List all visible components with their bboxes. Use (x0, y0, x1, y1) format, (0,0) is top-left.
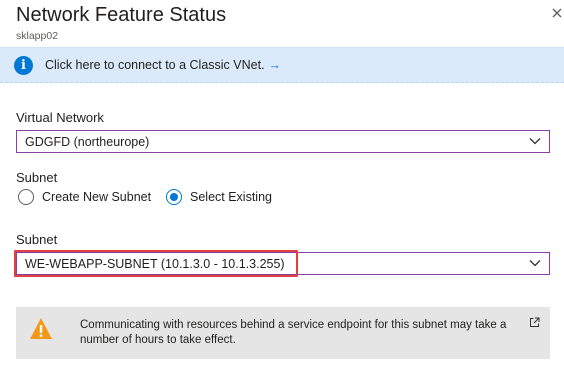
select-existing-label: Select Existing (190, 190, 272, 204)
external-link-icon[interactable] (529, 317, 540, 328)
subnet-label: Subnet (16, 232, 58, 247)
create-new-subnet-label: Create New Subnet (42, 190, 152, 204)
chevron-down-icon (529, 260, 541, 267)
service-endpoint-warning: Communicating with resources behind a se… (16, 307, 550, 359)
create-new-subnet-radio[interactable]: Create New Subnet (18, 189, 151, 205)
virtual-network-dropdown[interactable]: GDGFD (northeurope) (16, 130, 550, 153)
radio-unchecked-icon (18, 189, 34, 205)
classic-vnet-link-text: Click here to connect to a Classic VNet. (45, 58, 265, 72)
page-title: Network Feature Status (16, 4, 227, 26)
chevron-down-icon (529, 138, 541, 145)
select-existing-radio[interactable]: Select Existing (166, 189, 272, 205)
subnet-mode-radio-group: Create New Subnet Select Existing (16, 189, 416, 209)
info-icon: i (14, 56, 33, 75)
warning-icon (30, 318, 52, 339)
virtual-network-value: GDGFD (northeurope) (25, 135, 150, 149)
classic-vnet-info-bar[interactable]: i Click here to connect to a Classic VNe… (0, 47, 564, 83)
close-icon[interactable] (550, 6, 564, 20)
radio-checked-icon (166, 189, 182, 205)
subnet-highlight-box (14, 250, 298, 277)
subnet-mode-label: Subnet (16, 170, 58, 185)
arrow-right-icon: → (268, 58, 282, 72)
warning-text: Communicating with resources behind a se… (80, 319, 507, 346)
page-subtitle: sklapp02 (16, 30, 59, 42)
virtual-network-label: Virtual Network (16, 110, 104, 125)
classic-vnet-link[interactable]: Click here to connect to a Classic VNet.… (45, 58, 281, 72)
